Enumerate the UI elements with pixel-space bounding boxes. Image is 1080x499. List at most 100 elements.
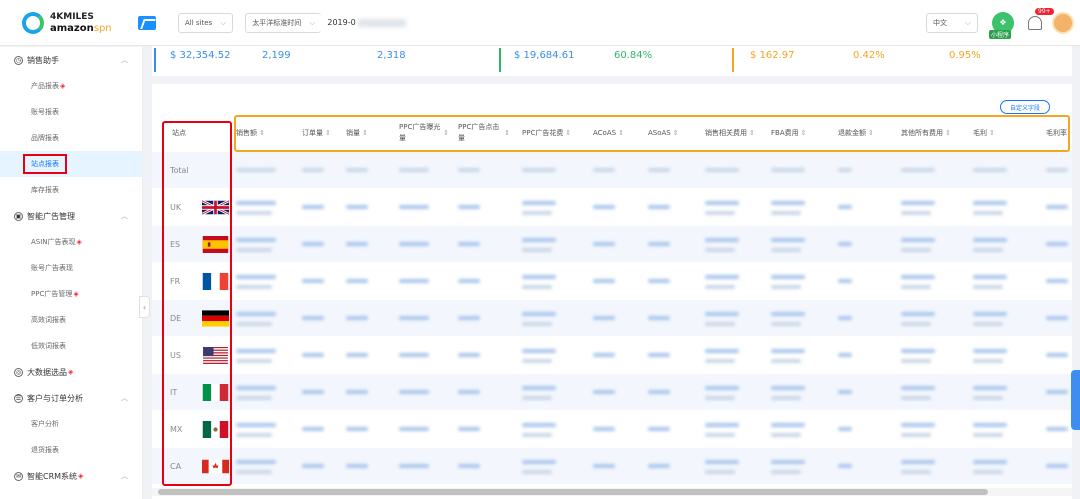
sidebar-item-product-report[interactable]: 产品报表 ◈ — [0, 73, 142, 99]
sidebar-item-label: 客户分析 — [31, 420, 59, 428]
sidebar-group-sales[interactable]: ◷ 销售助手 ︿ — [0, 47, 142, 73]
sidebar-group-customer[interactable]: ☰ 客户与订单分析 ︿ — [0, 385, 142, 411]
sidebar-item-label: ASIN广告表现 — [31, 238, 76, 246]
redacted-cell — [705, 460, 739, 464]
redacted-cell — [458, 279, 480, 283]
brand-line1: 4KMILES — [50, 11, 94, 22]
redacted-cell — [973, 396, 1003, 400]
summary-ppc-spend: $ 19,684.61 — [514, 50, 575, 61]
redacted-cell — [458, 205, 480, 209]
table-row[interactable]: Total — [152, 152, 1072, 188]
redacted-cell — [973, 433, 1003, 437]
redacted-cell — [399, 353, 429, 357]
sidebar-group-crm[interactable]: ✉ 智能CRM系统 ◈ ︿ — [0, 463, 142, 489]
redacted-cell — [458, 464, 480, 468]
mini-program-label: 小程序 — [989, 29, 1012, 39]
redacted-cell — [236, 470, 272, 474]
redacted-cell — [838, 168, 852, 172]
redacted-cell — [838, 390, 852, 394]
redacted-cell — [236, 312, 276, 316]
redacted-cell — [705, 312, 739, 316]
sidebar-item-label: PPC广告管理 — [31, 290, 73, 298]
sidebar-item-label: 账号报表 — [31, 108, 59, 116]
sidebar-item-label: 库存报表 — [31, 186, 59, 194]
redacted-cell — [346, 205, 368, 209]
redacted-cell — [973, 248, 1003, 252]
redacted-cell — [901, 322, 931, 326]
sidebar-group-ads[interactable]: ▣ 智能广告管理 ︿ — [0, 203, 142, 229]
redacted-cell — [901, 211, 931, 215]
sidebar-item-site-report[interactable]: 站点报表 — [0, 151, 142, 177]
redacted-cell — [901, 433, 931, 437]
scrollbar-thumb[interactable] — [158, 489, 988, 495]
redacted-cell — [705, 433, 735, 437]
timezone-select[interactable]: 太平洋标准时间 ⌵ — [245, 12, 322, 33]
redacted-cell — [236, 460, 276, 464]
sidebar-item-customer-analysis[interactable]: 客户分析 — [0, 411, 142, 437]
redacted-cell — [302, 464, 324, 468]
sidebar-item-account-ads[interactable]: 账号广告表现 — [0, 255, 142, 281]
redacted-cell — [901, 238, 935, 242]
redacted-cell — [346, 353, 368, 357]
redacted-cell — [973, 349, 1007, 353]
custom-fields-button[interactable]: 自定义字段 — [1000, 100, 1050, 114]
redacted-cell — [705, 238, 739, 242]
redacted-cell — [522, 275, 556, 279]
top-bar: 4KMILES amazonspn All sites ⌵ 太平洋标准时间 ⌵ 20… — [0, 0, 1080, 46]
redacted-cell — [705, 470, 735, 474]
site-select[interactable]: All sites ⌵ — [178, 12, 234, 33]
avatar[interactable] — [1052, 11, 1074, 34]
table-row[interactable]: MX — [152, 411, 1072, 447]
table-row[interactable]: FR — [152, 263, 1072, 299]
sidebar-item-low-keywords[interactable]: 低效词报表 — [0, 333, 142, 359]
sidebar-item-inventory-report[interactable]: 库存报表 — [0, 177, 142, 203]
sidebar-item-label: 站点报表 — [23, 154, 67, 174]
mini-program-icon[interactable]: ❖ 小程序 — [989, 11, 1014, 39]
bell-icon[interactable]: 99+ — [1028, 7, 1054, 30]
site-report-table: 自定义字段 站点 销售额 ⇕ 订单量 ⇕ 销量 ⇕ PPC广告曝光量 ⇕ PPC广告点击… — [152, 84, 1072, 499]
redacted-cell — [399, 390, 429, 394]
redacted-cell — [522, 386, 556, 390]
brand-logo[interactable]: 4KMILES amazonspn — [0, 0, 150, 46]
redacted-cell — [901, 359, 931, 363]
redacted-cell — [973, 168, 1007, 172]
table-row[interactable]: IT — [152, 374, 1072, 410]
language-select[interactable]: 中文 ⌵ — [926, 12, 978, 33]
table-row[interactable]: CA — [152, 448, 1072, 484]
sidebar-item-account-report[interactable]: 账号报表 — [0, 99, 142, 125]
table-row[interactable]: DE — [152, 300, 1072, 336]
floating-side-tab[interactable] — [1071, 370, 1080, 430]
sidebar-item-asin-ads[interactable]: ASIN广告表现 ◈ — [0, 229, 142, 255]
sidebar-item-returns-report[interactable]: 退货报表 — [0, 437, 142, 463]
redacted-cell — [973, 285, 1003, 289]
redacted-cell — [236, 238, 276, 242]
horizontal-scrollbar[interactable] — [152, 488, 1072, 496]
sales-icon: ◷ — [14, 55, 23, 65]
redacted-cell — [302, 279, 324, 283]
summary-divider — [732, 48, 734, 72]
sidebar-item-ppc-manage[interactable]: PPC广告管理 ◈ — [0, 281, 142, 307]
table-row[interactable]: UK — [152, 189, 1072, 225]
redacted-cell — [838, 427, 852, 431]
hot-icon: ◈ — [73, 290, 79, 298]
redacted-cell — [236, 201, 276, 205]
sidebar-collapse-handle[interactable]: ‹ — [139, 296, 150, 318]
redacted-cell — [901, 248, 931, 252]
redacted-cell — [302, 316, 324, 320]
redacted-cell — [522, 470, 552, 474]
sidebar-item-brand-report[interactable]: 品牌报表 — [0, 125, 142, 151]
sidebar-item-high-keywords[interactable]: 高效词报表 — [0, 307, 142, 333]
redacted-cell — [593, 242, 615, 246]
redacted-cell — [705, 285, 735, 289]
redacted-cell — [593, 205, 615, 209]
table-row[interactable]: ES — [152, 226, 1072, 262]
chevron-down-icon: ⌵ — [964, 17, 971, 27]
menu-collapse-icon[interactable] — [138, 15, 156, 30]
ads-icon: ▣ — [14, 211, 23, 221]
redacted-cell — [901, 386, 935, 390]
redacted-cell — [236, 168, 276, 172]
sidebar-group-bigdata[interactable]: ◎ 大数据选品 ◈ — [0, 359, 142, 385]
date-picker[interactable]: 2019-0 — [327, 18, 406, 27]
table-row[interactable]: US — [152, 337, 1072, 373]
redacted-cell — [458, 242, 480, 246]
